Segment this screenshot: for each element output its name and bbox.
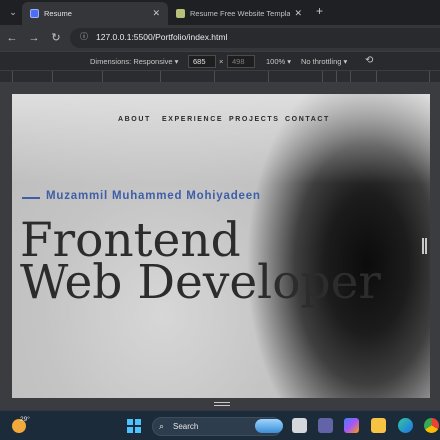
rotate-icon[interactable]: ⟲ — [365, 55, 373, 66]
tab-resume[interactable]: Resume ✕ — [22, 2, 168, 25]
forward-arrow-icon[interactable]: → — [26, 30, 42, 46]
back-arrow-icon[interactable]: ← — [4, 30, 20, 46]
page-favicon-icon — [176, 9, 185, 18]
tab-search-icon[interactable]: ⌄ — [6, 5, 20, 19]
chevron-down-icon: ▾ — [174, 57, 179, 66]
temperature: 29° — [20, 416, 30, 423]
viewport-resize-handle-right[interactable] — [422, 238, 427, 254]
nav-projects-link[interactable]: PROJECTS — [229, 116, 280, 123]
page-favicon-icon — [30, 9, 39, 18]
browser-toolbar: ← → ↻ ⓘ 127.0.0.1:5500/Portfolio/index.h… — [0, 25, 440, 51]
copilot-widget-icon[interactable] — [255, 419, 283, 433]
throttling-label: No throttling — [301, 57, 342, 66]
nav-contact-link[interactable]: CONTACT — [285, 116, 330, 123]
chevron-down-icon: ▾ — [287, 57, 292, 66]
taskbar: 29° ⌕ Search — [0, 410, 440, 440]
search-label: Search — [173, 422, 199, 431]
close-tab-icon[interactable]: ✕ — [152, 2, 160, 25]
tab-template[interactable]: Resume Free Website Template ✕ — [168, 2, 310, 25]
nav-about-link[interactable]: ABOUT — [118, 116, 151, 123]
page-viewport: ABOUT EXPERIENCE PROJECTS CONTACT Muzamm… — [12, 94, 430, 398]
windows-start-icon[interactable] — [127, 419, 141, 433]
new-tab-icon[interactable]: + — [316, 4, 323, 18]
tab-title: Resume Free Website Template — [190, 9, 290, 18]
height-input[interactable]: 498 — [227, 55, 255, 68]
name-accent-line — [22, 197, 40, 199]
close-tab-icon[interactable]: ✕ — [294, 2, 302, 25]
reload-icon[interactable]: ↻ — [48, 30, 64, 46]
zoom-label: 100% — [266, 57, 286, 66]
copilot-icon[interactable] — [344, 418, 359, 433]
task-view-icon[interactable] — [292, 418, 307, 433]
search-icon: ⌕ — [159, 421, 165, 431]
file-explorer-icon[interactable] — [371, 418, 386, 433]
tab-strip: ⌄ Resume ✕ Resume Free Website Template … — [0, 0, 440, 25]
teams-icon[interactable] — [318, 418, 333, 433]
hero-title-line2: Web Developer — [20, 255, 381, 310]
nav-experience-link[interactable]: EXPERIENCE — [162, 116, 223, 123]
tab-title: Resume — [44, 9, 72, 18]
chevron-down-icon: ▾ — [343, 57, 348, 66]
device-toolbar: Dimensions: Responsive ▾ 685 × 498 100% … — [0, 51, 440, 71]
dimensions-dropdown[interactable]: Dimensions: Responsive ▾ — [90, 57, 178, 66]
address-bar[interactable]: ⓘ 127.0.0.1:5500/Portfolio/index.html — [70, 28, 440, 48]
media-query-ruler — [0, 71, 440, 83]
width-input[interactable]: 685 — [188, 55, 216, 68]
chrome-icon[interactable] — [424, 418, 439, 433]
edge-icon[interactable] — [398, 418, 413, 433]
times-sign: × — [219, 57, 224, 66]
url-text: 127.0.0.1:5500/Portfolio/index.html — [96, 32, 228, 42]
site-info-icon[interactable]: ⓘ — [78, 31, 90, 43]
dimensions-label: Dimensions: Responsive — [90, 57, 173, 66]
hero-name: Muzammil Muhammed Mohiyadeen — [46, 190, 261, 202]
zoom-dropdown[interactable]: 100% ▾ — [266, 57, 291, 66]
throttling-dropdown[interactable]: No throttling ▾ — [301, 57, 347, 66]
viewport-resize-handle-bottom[interactable] — [214, 402, 230, 406]
